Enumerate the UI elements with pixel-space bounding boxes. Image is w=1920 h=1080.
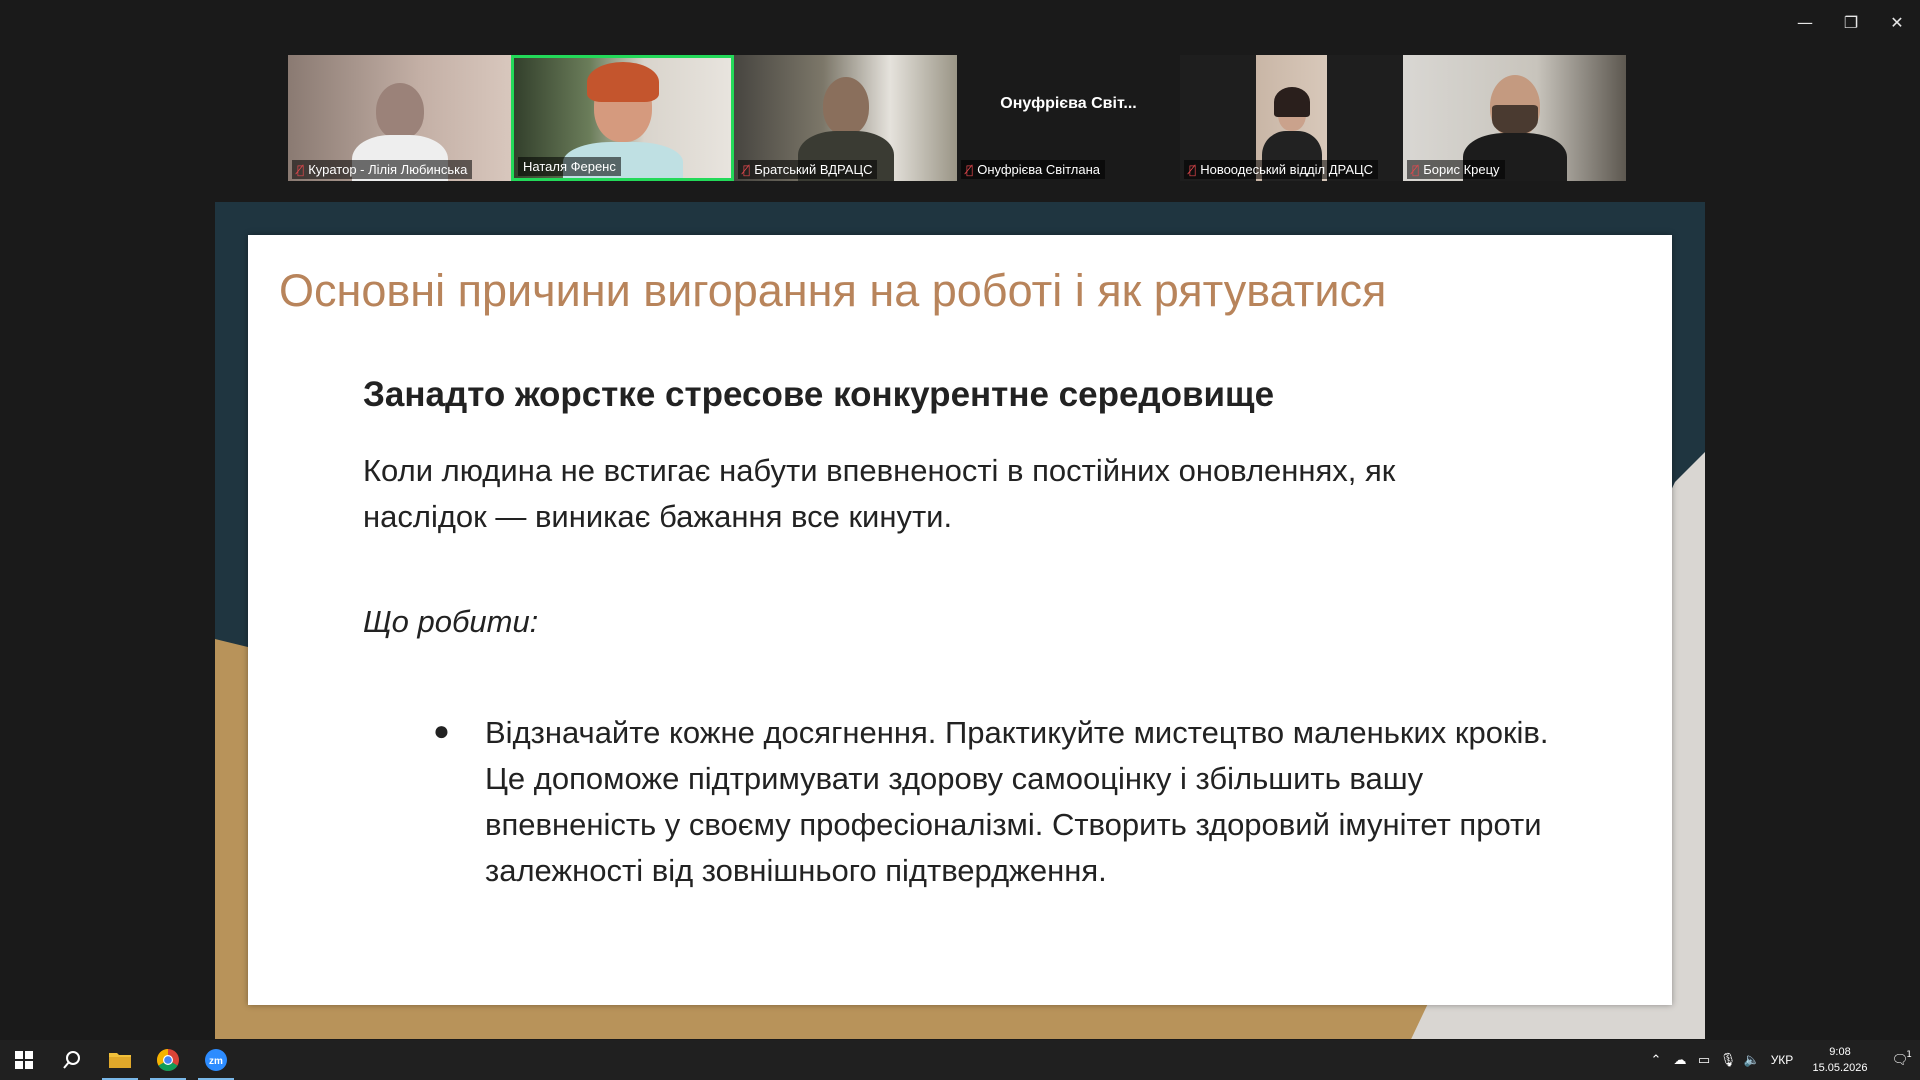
zoom-icon: zm bbox=[205, 1049, 227, 1071]
language-indicator[interactable]: УКР bbox=[1764, 1053, 1800, 1067]
participant-name: 🎙̸ Онуфрієва Світлана bbox=[961, 160, 1105, 179]
restore-button[interactable]: ❐ bbox=[1828, 0, 1874, 44]
notification-button[interactable]: 🗨 1 bbox=[1880, 1049, 1920, 1068]
video-strip: 🎙̸ Куратор - Лілія Любинська Наталя Фере… bbox=[288, 55, 1626, 181]
participant-name: 🎙̸ Борис Крецу bbox=[1407, 160, 1505, 179]
speaker-icon[interactable]: 🔈 bbox=[1740, 1053, 1764, 1068]
slide-subheading: Що робити: bbox=[363, 604, 539, 639]
chrome-icon bbox=[157, 1049, 179, 1071]
notification-count: 1 bbox=[1906, 1049, 1912, 1060]
participant-name: 🎙̸ Новоодеський відділ ДРАЦС bbox=[1184, 160, 1378, 179]
folder-icon bbox=[109, 1053, 131, 1068]
participant-display-name: Онуфрієва Світ... bbox=[1000, 95, 1137, 112]
search-icon bbox=[63, 1051, 80, 1069]
slide-heading: Занадто жорстке стресове конкурентне сер… bbox=[363, 375, 1275, 414]
chevron-up-icon[interactable]: ⌃ bbox=[1644, 1053, 1668, 1068]
system-tray: ⌃ ☁ ▭ 🎙 🔈 УКР 9:08 15.05.2026 🗨 1 bbox=[1644, 1040, 1920, 1080]
muted-mic-icon: 🎙̸ bbox=[297, 162, 305, 177]
file-explorer-button[interactable] bbox=[96, 1040, 144, 1080]
presentation-slide: Основні причини вигорання на роботі і як… bbox=[248, 235, 1672, 1005]
clock[interactable]: 9:08 15.05.2026 bbox=[1800, 1044, 1880, 1076]
search-button[interactable] bbox=[48, 1040, 96, 1080]
minimize-button[interactable]: — bbox=[1782, 0, 1828, 44]
chrome-button[interactable] bbox=[144, 1040, 192, 1080]
start-button[interactable] bbox=[0, 1040, 48, 1080]
muted-mic-icon: 🎙̸ bbox=[966, 162, 974, 177]
network-icon[interactable]: ▭ bbox=[1692, 1053, 1716, 1068]
cloud-icon[interactable]: ☁ bbox=[1668, 1053, 1692, 1068]
participant-tile[interactable]: 🎙̸ Новоодеський відділ ДРАЦС bbox=[1180, 55, 1403, 181]
svg-text:zm: zm bbox=[209, 1056, 223, 1067]
muted-mic-icon: 🎙̸ bbox=[1412, 162, 1420, 177]
microphone-icon[interactable]: 🎙 bbox=[1716, 1053, 1740, 1068]
muted-mic-icon: 🎙̸ bbox=[1189, 162, 1197, 177]
participant-tile[interactable]: 🎙̸ Куратор - Лілія Любинська bbox=[288, 55, 511, 181]
window-controls: — ❐ ✕ bbox=[1782, 0, 1920, 44]
participant-tile[interactable]: 🎙̸ Братський ВДРАЦС bbox=[734, 55, 957, 181]
bullet-text: Відзначайте кожне досягнення. Практикуйт… bbox=[485, 715, 1549, 888]
taskbar: zm ⌃ ☁ ▭ 🎙 🔈 УКР 9:08 15.05.2026 🗨 1 bbox=[0, 1040, 1920, 1080]
bullet-dot: ● bbox=[433, 715, 450, 746]
slide-paragraph: Коли людина не встигає набути впевненост… bbox=[363, 453, 1396, 534]
slide-title: Основні причини вигорання на роботі і як… bbox=[279, 265, 1387, 316]
shared-screen: Основні причини вигорання на роботі і як… bbox=[215, 202, 1705, 1039]
clock-date: 15.05.2026 bbox=[1812, 1062, 1868, 1074]
close-button[interactable]: ✕ bbox=[1874, 0, 1920, 44]
participant-name: Наталя Ференс bbox=[518, 157, 621, 176]
clock-time: 9:08 bbox=[1829, 1046, 1851, 1058]
muted-mic-icon: 🎙̸ bbox=[743, 162, 751, 177]
participant-tile[interactable]: 🎙̸ Борис Крецу bbox=[1403, 55, 1626, 181]
participant-name: 🎙̸ Братський ВДРАЦС bbox=[738, 160, 878, 179]
participant-tile-no-video[interactable]: Онуфрієва Світ... 🎙̸ Онуфрієва Світлана bbox=[957, 55, 1180, 181]
participant-name: 🎙̸ Куратор - Лілія Любинська bbox=[292, 160, 473, 179]
windows-logo-icon bbox=[15, 1051, 33, 1069]
zoom-button[interactable]: zm bbox=[192, 1040, 240, 1080]
participant-tile-active-speaker[interactable]: Наталя Ференс bbox=[511, 55, 734, 181]
